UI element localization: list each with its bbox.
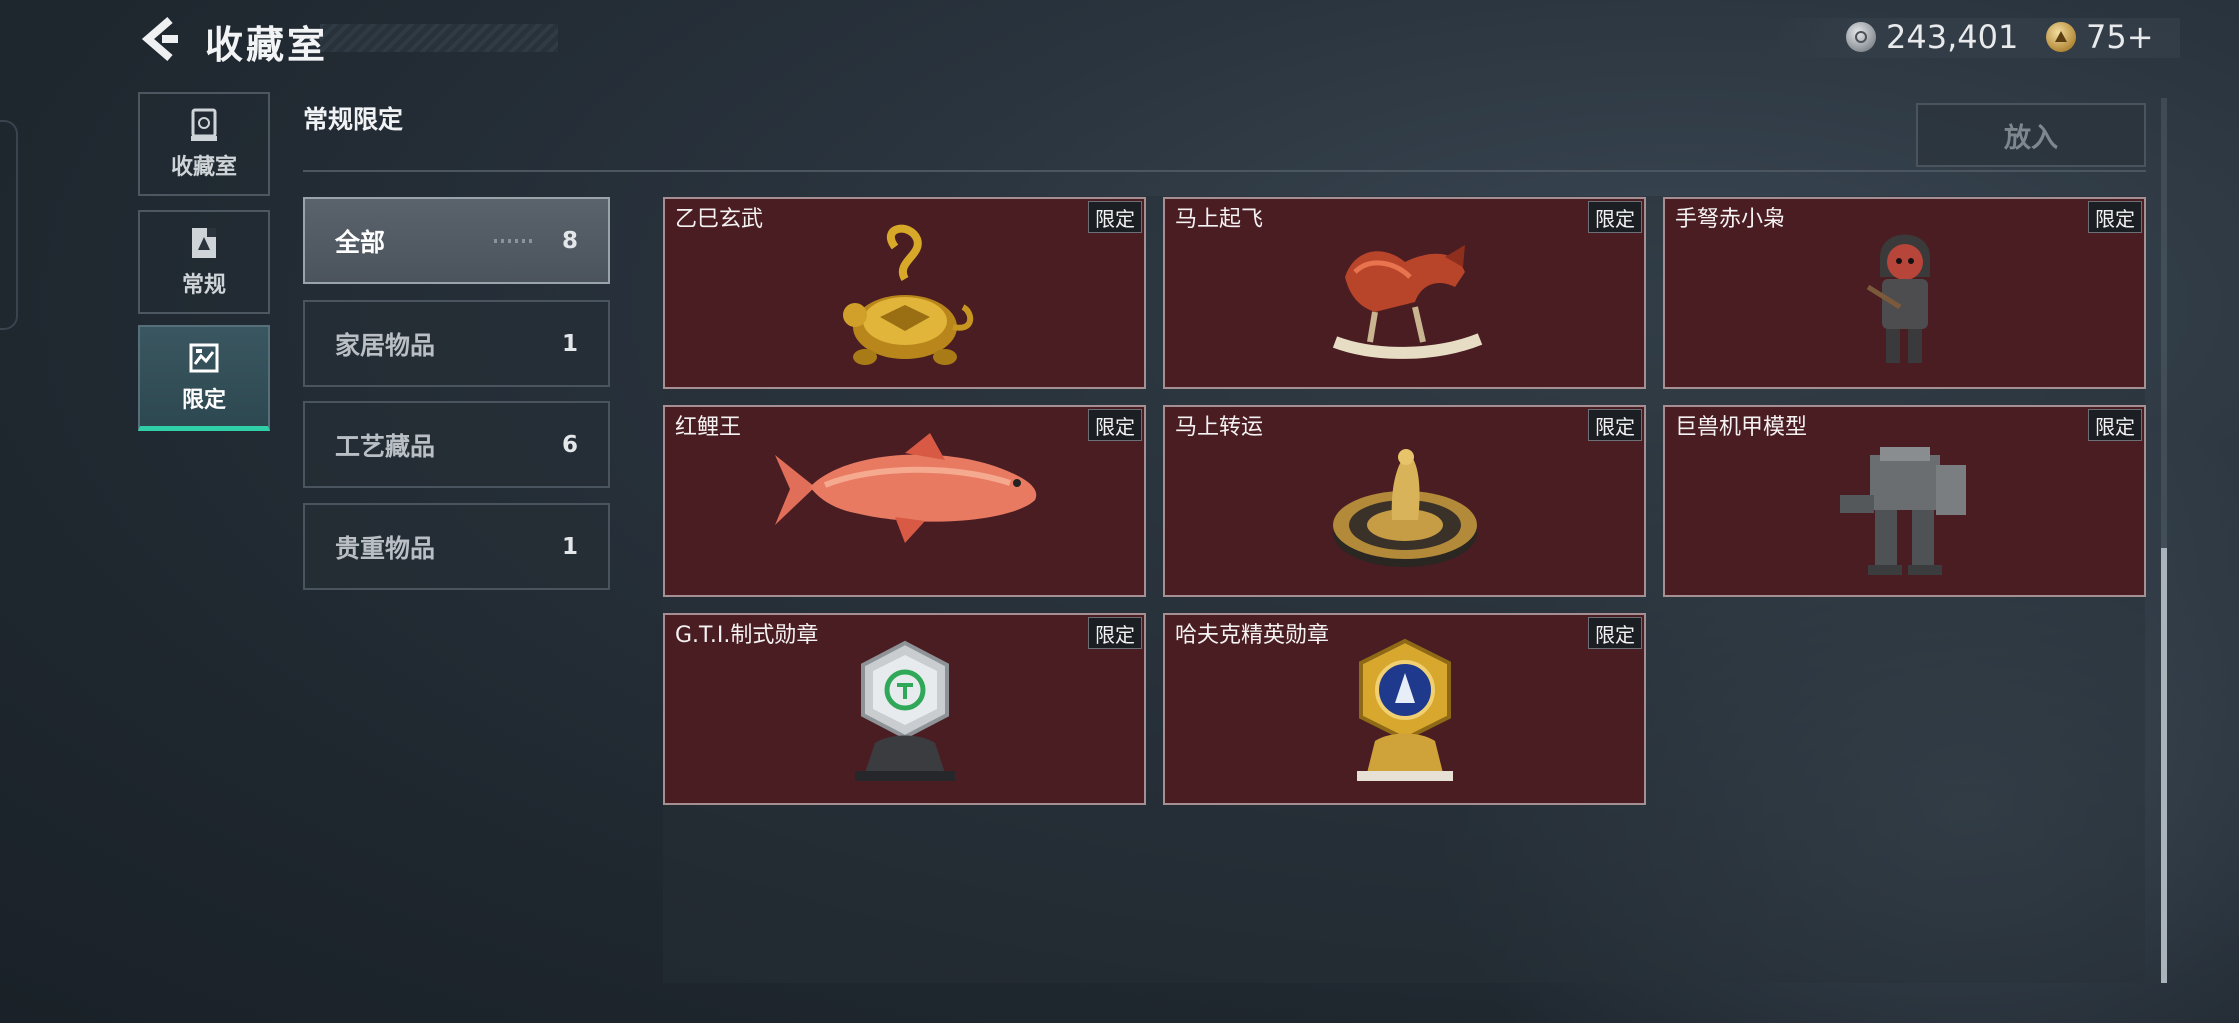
limited-badge: 限定 [1588, 617, 1642, 649]
crossbow-figure-icon [1866, 234, 1930, 363]
nav-label: 收藏室 [170, 155, 237, 180]
category-count: 1 [561, 330, 578, 357]
limited-badge: 限定 [1088, 409, 1142, 441]
item-card[interactable]: 红鲤王 限定 [663, 405, 1146, 597]
limited-badge: 限定 [1588, 409, 1642, 441]
category-count: 6 [561, 431, 578, 458]
put-in-button[interactable]: 放入 [1916, 103, 2146, 167]
back-arrow-icon [141, 16, 178, 62]
golden-turtle-icon [842, 224, 973, 365]
red-carp-icon [774, 433, 1036, 543]
item-name: 马上转运 [1175, 415, 1264, 440]
nav-label: 常规 [181, 273, 226, 298]
item-name: G.T.I.制式勋章 [675, 623, 819, 648]
item-name: 红鲤王 [675, 415, 742, 440]
card-icon [192, 228, 216, 258]
item-name: 马上起飞 [1175, 207, 1264, 232]
limited-badge: 限定 [1088, 617, 1142, 649]
divider [303, 170, 2146, 172]
item-card[interactable]: G.T.I.制式勋章 限定 [663, 613, 1146, 805]
nav-item-limited[interactable]: 限定 [138, 325, 270, 431]
category-valuables[interactable]: 贵重物品 1 [303, 503, 610, 590]
limited-badge: 限定 [1588, 201, 1642, 233]
currency-gold[interactable]: 75+ [2046, 17, 2154, 57]
category-home-items[interactable]: 家居物品 1 [303, 300, 610, 387]
gold-amount: 75+ [2086, 18, 2154, 56]
currency-silver[interactable]: 243,401 [1846, 17, 2018, 57]
mech-model-icon [1839, 447, 1966, 575]
screen-edge [0, 120, 18, 330]
spinning-top-icon [1332, 449, 1477, 567]
gti-medal-icon [854, 640, 955, 781]
category-count: 1 [561, 533, 578, 560]
silver-coin-icon [1846, 22, 1876, 52]
section-title: 常规限定 [303, 105, 404, 134]
nav-item-collection-room[interactable]: 收藏室 [138, 92, 270, 196]
item-name: 巨兽机甲模型 [1675, 415, 1808, 440]
item-card[interactable]: 手弩赤小枭 限定 [1663, 197, 2146, 389]
item-card[interactable]: 巨兽机甲模型 限定 [1663, 405, 2146, 597]
scrollbar-thumb[interactable] [2161, 548, 2167, 983]
item-card[interactable]: 乙巳玄武 限定 [663, 197, 1146, 389]
limited-icon [189, 343, 219, 372]
category-label: 全部 [335, 227, 386, 257]
item-name: 乙巳玄武 [675, 207, 764, 232]
item-card[interactable]: 哈夫克精英勋章 限定 [1163, 613, 1646, 805]
silver-amount: 243,401 [1886, 18, 2019, 56]
item-card[interactable]: 马上转运 限定 [1163, 405, 1646, 597]
category-label: 贵重物品 [335, 533, 436, 563]
nav-label: 限定 [181, 387, 226, 413]
category-crafts[interactable]: 工艺藏品 6 [303, 401, 610, 488]
title-decoration [320, 24, 558, 52]
back-button[interactable] [138, 14, 182, 64]
limited-badge: 限定 [2088, 201, 2142, 233]
page-title: 收藏室 [205, 23, 329, 67]
status-bar [138, 1003, 938, 1023]
category-count: 8 [561, 227, 578, 254]
category-label: 工艺藏品 [335, 431, 436, 461]
header: 收藏室 243,401 75+ [0, 0, 2239, 80]
trophy-icon [191, 108, 217, 141]
limited-badge: 限定 [1088, 201, 1142, 233]
nav-item-regular[interactable]: 常规 [138, 210, 270, 314]
rocking-horse-icon [1332, 245, 1482, 359]
elite-medal-icon [1356, 638, 1453, 781]
limited-badge: 限定 [2088, 409, 2142, 441]
category-all[interactable]: 全部 8 [303, 197, 610, 284]
item-name: 哈夫克精英勋章 [1175, 623, 1330, 648]
item-card[interactable]: 马上起飞 限定 [1163, 197, 1646, 389]
category-label: 家居物品 [335, 330, 436, 360]
item-name: 手弩赤小枭 [1675, 207, 1786, 232]
gold-coin-icon [2046, 22, 2076, 52]
dots-decoration [494, 238, 534, 243]
